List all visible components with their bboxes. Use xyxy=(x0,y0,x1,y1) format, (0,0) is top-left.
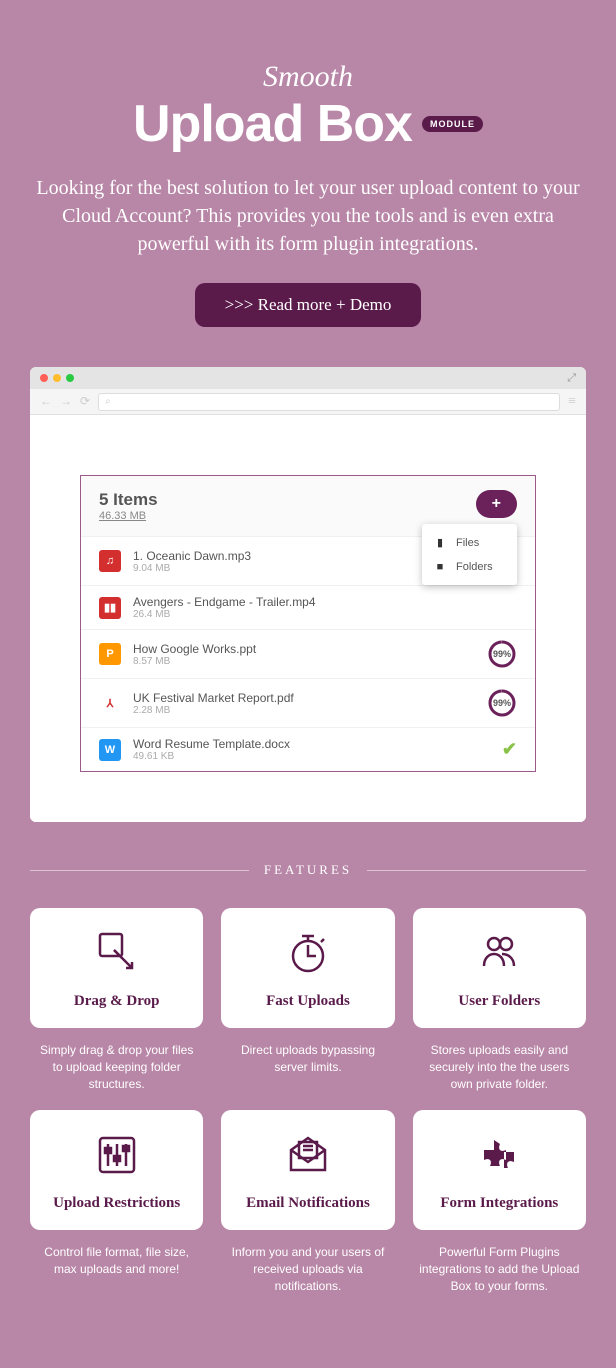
divider-line xyxy=(367,870,586,871)
dropdown-files[interactable]: ▮ Files xyxy=(422,530,517,555)
file-row: P How Google Works.ppt8.57 MB 99% xyxy=(81,629,535,678)
browser-toolbar: ← → ⟳ ⌕ ≡ xyxy=(30,389,586,415)
close-icon xyxy=(40,374,48,382)
add-button[interactable]: + xyxy=(476,490,517,518)
maximize-icon xyxy=(66,374,74,382)
audio-file-icon: ♫ xyxy=(99,550,121,572)
page-header: Smooth Upload Box MODULE xyxy=(30,60,586,154)
dropdown-folders[interactable]: ■ Folders xyxy=(422,555,517,579)
pdf-file-icon: ⅄ xyxy=(99,692,121,714)
feature-icon xyxy=(476,1132,522,1183)
cta-row: >>> Read more + Demo xyxy=(30,283,586,327)
title-row: Upload Box MODULE xyxy=(30,94,586,154)
divider-line xyxy=(30,870,249,871)
feature-title: Drag & Drop xyxy=(74,993,160,1010)
search-icon: ⌕ xyxy=(105,396,111,407)
items-total-size: 46.33 MB xyxy=(99,510,158,522)
feature-card: Fast Uploads xyxy=(221,908,394,1028)
feature-icon xyxy=(285,1132,331,1183)
file-info: How Google Works.ppt8.57 MB xyxy=(133,642,475,667)
file-name: Avengers - Endgame - Trailer.mp4 xyxy=(133,595,517,609)
features-grid: Drag & Drop Simply drag & drop your files… xyxy=(30,908,586,1295)
feature-cell: Fast Uploads Direct uploads bypassing ser… xyxy=(221,908,394,1092)
upload-panel: 5 Items 46.33 MB + ▮ Files ■ Folders ♫1.… xyxy=(80,475,536,772)
feature-card: Email Notifications xyxy=(221,1110,394,1230)
back-icon: ← xyxy=(40,394,52,409)
file-size: 49.61 KB xyxy=(133,751,490,762)
doc-file-icon: W xyxy=(99,739,121,761)
file-info: Word Resume Template.docx49.61 KB xyxy=(133,737,490,762)
feature-desc: Inform you and your users of received up… xyxy=(221,1244,394,1294)
add-dropdown: ▮ Files ■ Folders xyxy=(422,524,517,585)
file-row: ▮▮ Avengers - Endgame - Trailer.mp426.4 M… xyxy=(81,585,535,629)
feature-cell: User Folders Stores uploads easily and se… xyxy=(413,908,586,1092)
feature-card: Upload Restrictions xyxy=(30,1110,203,1230)
feature-title: Email Notifications xyxy=(246,1195,370,1212)
upload-summary: 5 Items 46.33 MB xyxy=(99,490,158,522)
file-name: UK Festival Market Report.pdf xyxy=(133,691,475,705)
file-icon: ▮ xyxy=(434,536,446,549)
progress-ring: 99% xyxy=(487,688,517,718)
minimize-icon xyxy=(53,374,61,382)
file-info: Avengers - Endgame - Trailer.mp426.4 MB xyxy=(133,595,517,620)
feature-cell: Drag & Drop Simply drag & drop your files… xyxy=(30,908,203,1092)
file-size: 26.4 MB xyxy=(133,609,517,620)
address-bar: ⌕ xyxy=(98,393,560,411)
feature-title: User Folders xyxy=(458,993,540,1010)
file-info: UK Festival Market Report.pdf2.28 MB xyxy=(133,691,475,716)
dropdown-folders-label: Folders xyxy=(456,561,493,573)
feature-title: Fast Uploads xyxy=(266,993,350,1010)
folder-icon: ■ xyxy=(434,561,446,573)
features-label: FEATURES xyxy=(264,862,352,878)
file-row: W Word Resume Template.docx49.61 KB ✔ xyxy=(81,727,535,771)
feature-cell: Form Integrations Powerful Form Plugins i… xyxy=(413,1110,586,1294)
feature-desc: Stores uploads easily and securely into … xyxy=(413,1042,586,1092)
feature-icon xyxy=(476,930,522,981)
feature-desc: Powerful Form Plugins integrations to ad… xyxy=(413,1244,586,1294)
feature-card: Form Integrations xyxy=(413,1110,586,1230)
features-divider: FEATURES xyxy=(30,862,586,878)
feature-icon xyxy=(94,1132,140,1183)
feature-card: Drag & Drop xyxy=(30,908,203,1028)
file-name: Word Resume Template.docx xyxy=(133,737,490,751)
file-size: 8.57 MB xyxy=(133,656,475,667)
progress-ring: 99% xyxy=(487,639,517,669)
browser-titlebar: ⤢ xyxy=(30,367,586,389)
browser-body: 5 Items 46.33 MB + ▮ Files ■ Folders ♫1.… xyxy=(30,415,586,822)
page-title: Upload Box xyxy=(133,94,412,154)
file-size: 2.28 MB xyxy=(133,705,475,716)
feature-desc: Control file format, file size, max uplo… xyxy=(30,1244,203,1278)
description: Looking for the best solution to let you… xyxy=(30,174,586,258)
progress-text: 99% xyxy=(493,649,511,659)
feature-cell: Upload Restrictions Control file format, … xyxy=(30,1110,203,1294)
reload-icon: ⟳ xyxy=(80,394,90,409)
dropdown-files-label: Files xyxy=(456,537,479,549)
items-count: 5 Items xyxy=(99,490,158,510)
upload-header: 5 Items 46.33 MB + ▮ Files ■ Folders xyxy=(81,476,535,536)
expand-icon: ⤢ xyxy=(567,372,576,385)
check-icon: ✔ xyxy=(502,739,517,760)
subtitle: Smooth xyxy=(30,60,586,94)
feature-cell: Email Notifications Inform you and your u… xyxy=(221,1110,394,1294)
feature-title: Upload Restrictions xyxy=(53,1195,180,1212)
menu-icon: ≡ xyxy=(568,394,576,410)
file-name: How Google Works.ppt xyxy=(133,642,475,656)
file-row: ⅄ UK Festival Market Report.pdf2.28 MB 99% xyxy=(81,678,535,727)
feature-title: Form Integrations xyxy=(440,1195,558,1212)
forward-icon: → xyxy=(60,394,72,409)
feature-desc: Simply drag & drop your files to upload … xyxy=(30,1042,203,1092)
progress-text: 99% xyxy=(493,698,511,708)
browser-mockup: ⤢ ← → ⟳ ⌕ ≡ 5 Items 46.33 MB + ▮ Files xyxy=(30,367,586,822)
feature-desc: Direct uploads bypassing server limits. xyxy=(221,1042,394,1076)
video-file-icon: ▮▮ xyxy=(99,597,121,619)
read-more-button[interactable]: >>> Read more + Demo xyxy=(195,283,422,327)
module-badge: MODULE xyxy=(422,116,483,132)
ppt-file-icon: P xyxy=(99,643,121,665)
feature-card: User Folders xyxy=(413,908,586,1028)
feature-icon xyxy=(285,930,331,981)
feature-icon xyxy=(94,930,140,981)
